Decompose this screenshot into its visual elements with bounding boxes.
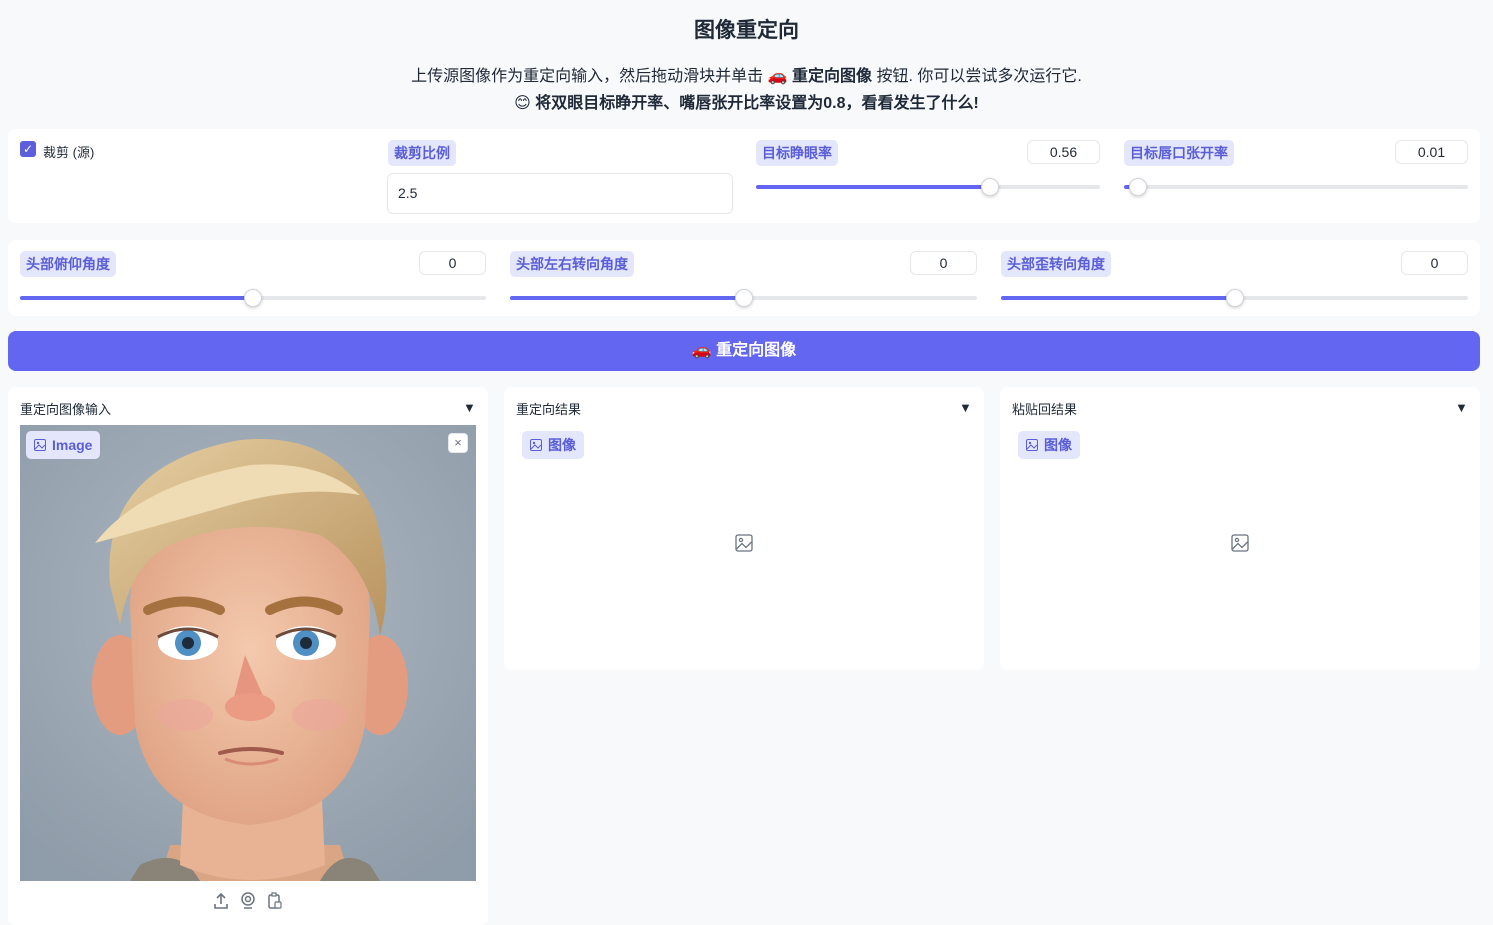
lip-open-ratio-number[interactable]: 0.01	[1395, 140, 1468, 164]
upload-icon[interactable]	[213, 892, 229, 910]
paste-panel-title: 粘贴回结果	[1012, 402, 1078, 417]
crop-checkbox[interactable]: ✓	[20, 141, 36, 157]
page-title: 图像重定向	[694, 19, 799, 42]
eye-open-ratio-slider[interactable]	[756, 177, 1100, 197]
crop-ratio-input[interactable]: 2.5	[387, 173, 733, 214]
image-icon	[530, 439, 542, 451]
crop-label: 裁剪 (源)	[43, 145, 95, 160]
webcam-icon[interactable]	[240, 892, 256, 910]
head-yaw-number[interactable]: 0	[910, 251, 977, 275]
eye-open-ratio-number[interactable]: 0.56	[1027, 140, 1100, 164]
image-icon	[1026, 439, 1038, 451]
head-pitch-label: 头部俯仰角度	[20, 251, 116, 277]
slider-thumb[interactable]	[734, 289, 753, 307]
head-roll-number[interactable]: 0	[1401, 251, 1468, 275]
slider-thumb[interactable]	[1128, 178, 1147, 196]
input-panel-collapse-icon[interactable]: ▼	[463, 400, 476, 415]
result-image-label: 图像	[522, 431, 584, 459]
lip-open-ratio-label: 目标唇口张开率	[1124, 140, 1234, 166]
source-portrait-image	[20, 425, 476, 881]
result-panel-collapse-icon[interactable]: ▼	[959, 400, 972, 415]
image-placeholder-icon	[1231, 534, 1249, 552]
slider-thumb[interactable]	[980, 178, 999, 196]
image-placeholder-icon	[735, 534, 753, 552]
image-icon	[34, 439, 46, 451]
eye-open-ratio-label: 目标睁眼率	[756, 140, 838, 166]
description-line-2: 😊 将双眼目标睁开率、嘴唇张开比率设置为0.8，看看发生了什么!	[514, 95, 979, 112]
paste-back-result-panel	[1000, 387, 1480, 670]
clipboard-icon[interactable]	[267, 892, 283, 910]
head-roll-label: 头部歪转向角度	[1001, 251, 1111, 277]
input-image-label: Image	[26, 431, 101, 459]
description-line-1: 上传源图像作为重定向输入，然后拖动滑块并单击 🚗 重定向图像 按钮. 你可以尝试…	[411, 68, 1082, 85]
head-yaw-label: 头部左右转向角度	[510, 251, 634, 277]
settings-row-1	[8, 129, 1480, 223]
lip-open-ratio-slider[interactable]	[1124, 177, 1468, 197]
head-yaw-slider[interactable]	[510, 288, 977, 308]
retarget-image-button[interactable]: 🚗 重定向图像	[8, 331, 1480, 371]
head-pitch-number[interactable]: 0	[419, 251, 486, 275]
paste-image-label: 图像	[1018, 431, 1080, 459]
head-pitch-slider[interactable]	[20, 288, 486, 308]
paste-panel-collapse-icon[interactable]: ▼	[1455, 400, 1468, 415]
crop-ratio-label: 裁剪比例	[388, 140, 456, 166]
slider-thumb[interactable]	[1225, 289, 1244, 307]
head-roll-slider[interactable]	[1001, 288, 1468, 308]
slider-thumb[interactable]	[244, 289, 262, 307]
portrait-illustration	[20, 425, 476, 881]
result-panel-title: 重定向结果	[516, 402, 582, 417]
input-panel-title: 重定向图像输入	[20, 402, 112, 417]
clear-image-button[interactable]: ×	[448, 433, 468, 453]
retarget-result-panel	[504, 387, 984, 670]
